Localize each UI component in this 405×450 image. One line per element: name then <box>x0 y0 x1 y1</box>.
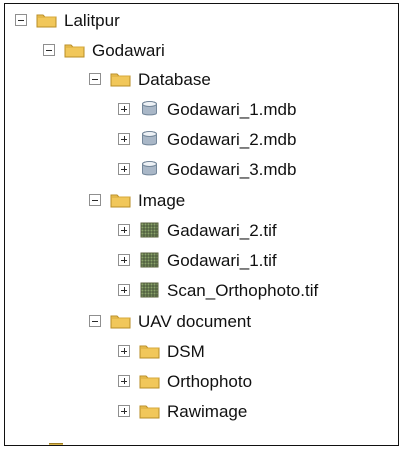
raster-icon <box>140 252 159 268</box>
tree-node-label: Rawimage <box>167 401 248 421</box>
folder-icon <box>64 44 85 58</box>
tree-node-label: Gadawari_2.tif <box>167 220 277 240</box>
tree-node-database-item[interactable]: Godawari_3.mdb <box>118 155 296 183</box>
database-icon <box>142 161 157 176</box>
tree-node-label: Image <box>138 190 186 210</box>
tree-node-label: Godawari_1.tif <box>167 250 277 270</box>
collapse-toggle-icon[interactable] <box>89 194 101 206</box>
expand-toggle-icon[interactable] <box>118 405 130 417</box>
expand-toggle-icon[interactable] <box>118 375 130 387</box>
folder-icon <box>110 315 131 329</box>
tree-node-database[interactable]: Database <box>89 65 211 93</box>
expand-toggle-icon[interactable] <box>118 133 130 145</box>
collapse-toggle-icon[interactable] <box>43 44 55 56</box>
tree-node-uav-item[interactable]: DSM <box>118 337 205 365</box>
folder-icon <box>110 73 131 87</box>
expand-toggle-icon[interactable] <box>118 345 130 357</box>
tree-node-uav-document[interactable]: UAV document <box>89 307 251 335</box>
catalog-tree: Lalitpur Godawari Database Godawari_1.md… <box>5 4 398 445</box>
tree-node-label: DSM <box>167 341 205 361</box>
collapse-toggle-icon[interactable] <box>89 315 101 327</box>
tree-node-label: Lalitpur <box>64 10 120 30</box>
folder-icon <box>110 194 131 208</box>
collapse-toggle-icon[interactable] <box>89 73 101 85</box>
tree-node-label: Godawari_1.mdb <box>167 99 297 119</box>
tree-node-database-item[interactable]: Godawari_1.mdb <box>118 95 296 123</box>
folder-icon <box>139 375 160 389</box>
tree-node-image-item[interactable]: Godawari_1.tif <box>118 246 277 274</box>
expand-toggle-icon[interactable] <box>118 103 130 115</box>
tree-node-image[interactable]: Image <box>89 186 185 214</box>
expand-toggle-icon[interactable] <box>118 254 130 266</box>
expand-toggle-icon[interactable] <box>118 224 130 236</box>
tree-node-image-item[interactable]: Scan_Orthophoto.tif <box>118 276 318 304</box>
folder-icon <box>139 345 160 359</box>
tree-node-label: Godawari <box>92 40 165 60</box>
tree-node-uav-item[interactable]: Rawimage <box>118 397 247 425</box>
tree-node-label: Database <box>138 69 211 89</box>
tree-node-label: Orthophoto <box>167 371 253 391</box>
database-icon <box>142 101 157 116</box>
raster-icon <box>140 282 159 298</box>
tree-node-label: Godawari_2.mdb <box>167 129 297 149</box>
collapse-toggle-icon[interactable] <box>15 14 27 26</box>
catalog-tree-panel: Lalitpur Godawari Database Godawari_1.md… <box>4 3 399 446</box>
raster-icon <box>140 222 159 238</box>
folder-icon <box>139 405 160 419</box>
tree-node-label: Scan_Orthophoto.tif <box>167 280 319 300</box>
tree-node-image-item[interactable]: Gadawari_2.tif <box>118 216 277 244</box>
tree-node-uav-item[interactable]: Orthophoto <box>118 367 252 395</box>
tree-node-database-item[interactable]: Godawari_2.mdb <box>118 125 296 153</box>
tree-node-label: UAV document <box>138 311 252 331</box>
tree-node-label: Godawari_3.mdb <box>167 159 297 179</box>
tree-node-godawari[interactable]: Godawari <box>43 36 165 64</box>
expand-toggle-icon[interactable] <box>118 284 130 296</box>
database-icon <box>142 131 157 146</box>
partial-folder-icon <box>49 443 63 445</box>
tree-node-lalitpur[interactable]: Lalitpur <box>15 6 120 34</box>
folder-icon <box>36 14 57 28</box>
expand-toggle-icon[interactable] <box>118 163 130 175</box>
